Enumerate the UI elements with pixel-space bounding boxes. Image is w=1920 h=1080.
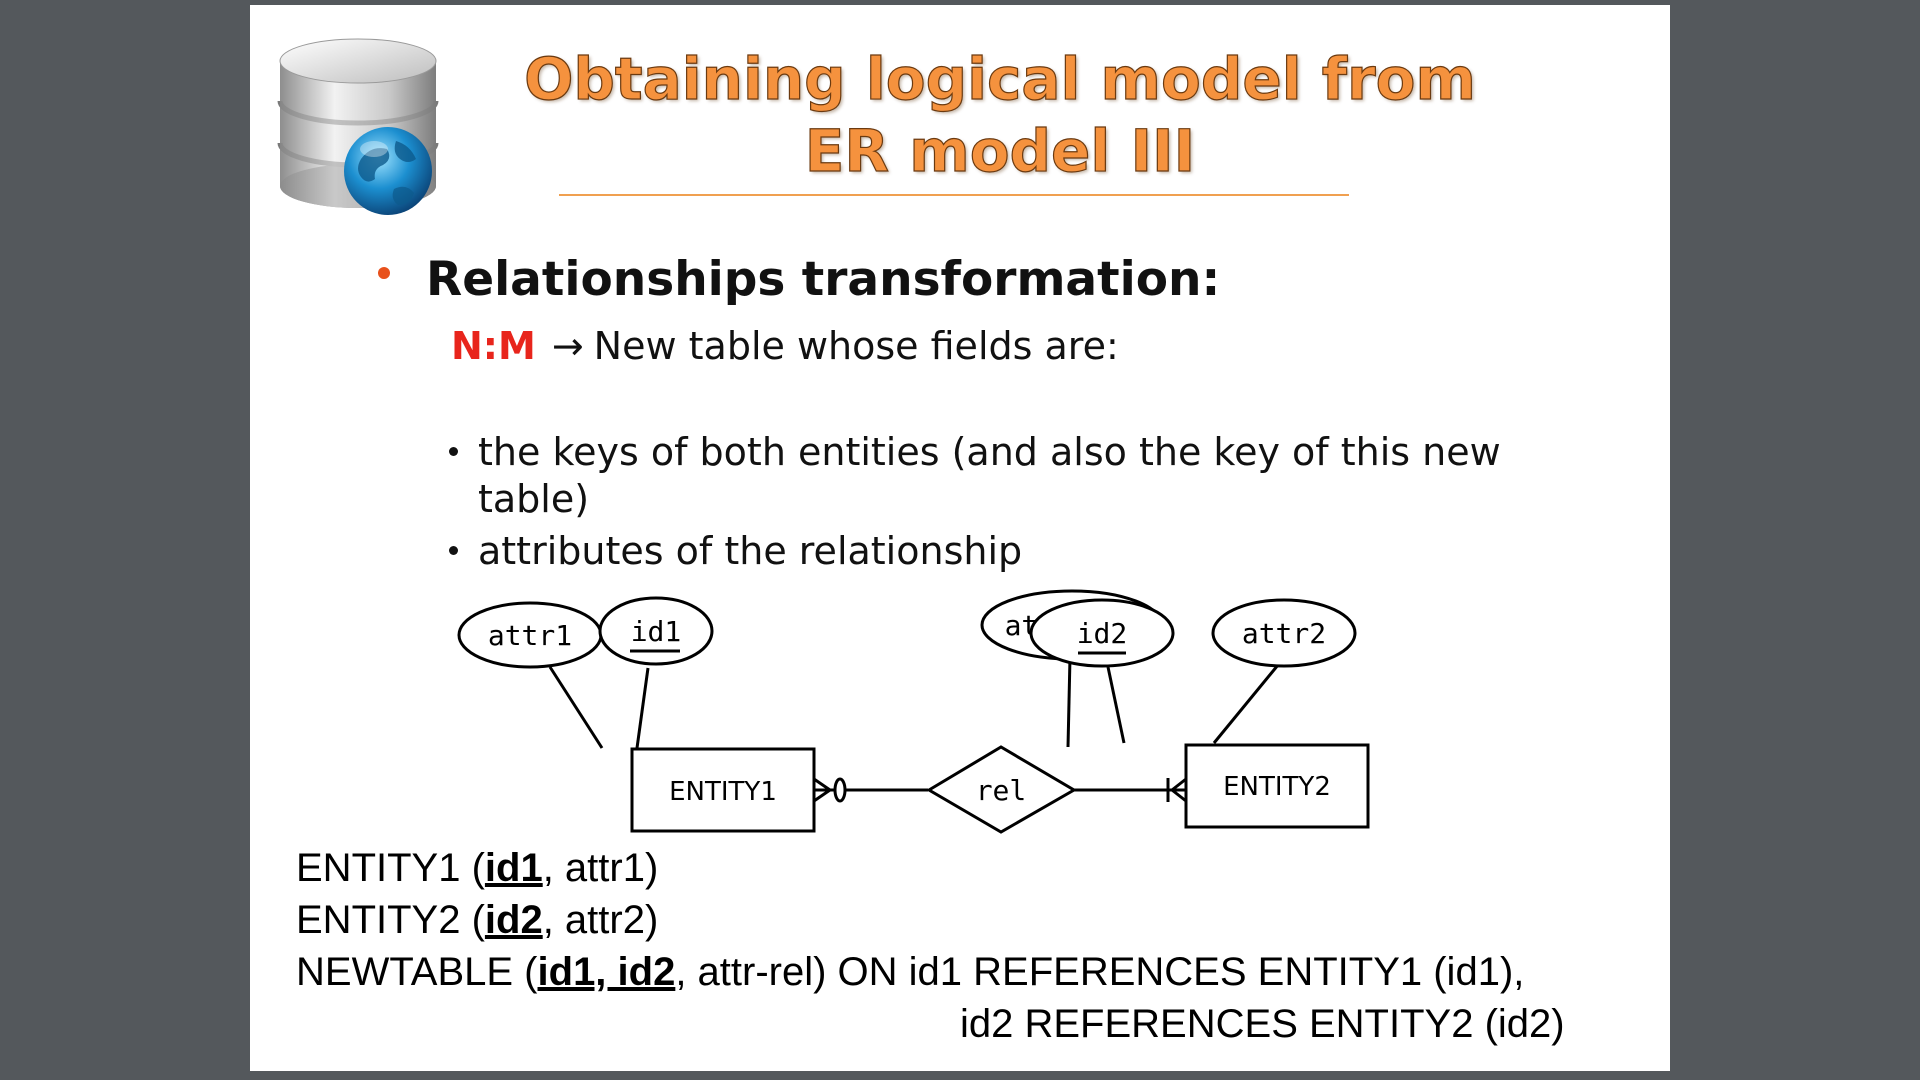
title-line-2: ER model III	[804, 116, 1196, 185]
relationship-rel: rel	[926, 745, 1077, 834]
attribute-id1: id1	[598, 596, 714, 666]
attribute-id2-final: id2	[1029, 598, 1175, 668]
bullet-icon	[378, 267, 390, 279]
primary-key: id1	[484, 846, 543, 890]
attribute-id1-label: id1	[631, 615, 682, 648]
definition-text: , attr-rel) ON id1 REFERENCES ENTITY1 (i…	[675, 950, 1525, 994]
er-diagram: attr1 id1 attr-rel	[457, 589, 1370, 834]
cardinality-tag: N:M	[451, 324, 536, 368]
primary-key: id1, id2	[537, 950, 676, 994]
attribute-id2-label: id2	[1077, 617, 1128, 650]
definition-text: , attr2)	[542, 898, 659, 942]
title-underline	[559, 194, 1349, 196]
definition-text: , attr1)	[542, 846, 659, 890]
entity1-label: ENTITY1	[669, 777, 777, 807]
section-heading: Relationships transformation:	[426, 252, 1221, 307]
definition-newtable-line2: id2 REFERENCES ENTITY2 (id2)	[960, 1002, 1565, 1046]
entity2-label: ENTITY2	[1223, 772, 1331, 802]
primary-key: id2	[484, 898, 543, 942]
definition-text: ENTITY2 (	[296, 898, 485, 942]
rule-line: N:M → New table whose fields are:	[451, 323, 1119, 369]
attribute-attr1: attr1	[457, 601, 603, 669]
sub-bullet-keys-line1: the keys of both entities (and also the …	[478, 430, 1501, 474]
relationship-label: rel	[976, 774, 1027, 807]
rule-text: New table whose fields are:	[593, 324, 1119, 368]
attribute-attr2: attr2	[1211, 598, 1357, 668]
definition-newtable: NEWTABLE (id1, id2, attr-rel) ON id1 REF…	[296, 949, 1524, 995]
sub-bullet-keys-line2: table)	[478, 477, 590, 521]
sub-bullet-icon	[449, 447, 458, 456]
arrow-icon: →	[551, 324, 584, 368]
sub-bullet-keys: the keys of both entities (and also the …	[478, 429, 1501, 523]
entity-entity1: ENTITY1	[630, 747, 816, 833]
sub-bullet-icon	[449, 546, 458, 555]
definition-text: NEWTABLE (	[296, 950, 538, 994]
definition-text: ENTITY1 (	[296, 846, 485, 890]
slide: Obtaining logical model from ER model II…	[250, 5, 1670, 1071]
definition-entity2: ENTITY2 (id2, attr2)	[296, 897, 658, 943]
slide-title: Obtaining logical model from ER model II…	[450, 43, 1550, 187]
definition-entity1: ENTITY1 (id1, attr1)	[296, 845, 658, 891]
database-globe-icon	[266, 21, 446, 221]
title-line-1: Obtaining logical model from	[523, 44, 1476, 113]
attribute-attr1-label: attr1	[488, 619, 572, 652]
entity-entity2: ENTITY2	[1184, 743, 1370, 829]
attribute-attr2-label: attr2	[1242, 617, 1326, 650]
